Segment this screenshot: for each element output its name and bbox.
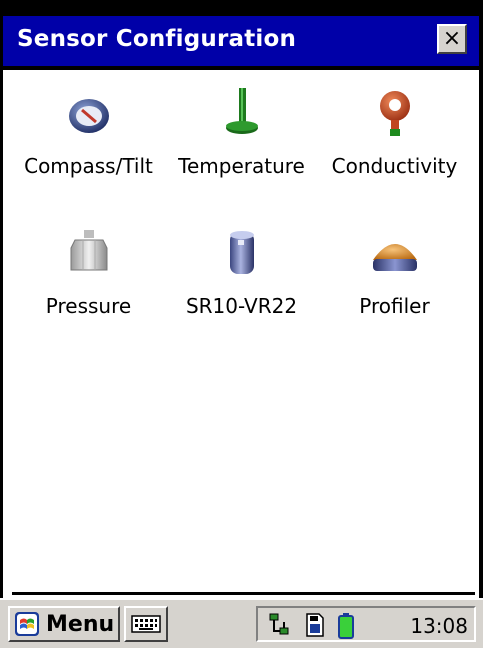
frame-right-edge (479, 0, 483, 646)
taskbar: Menu 13:08 (0, 598, 483, 648)
menu-label: Menu (46, 611, 115, 637)
sensor-pressure[interactable]: Pressure (12, 216, 165, 356)
sensor-conductivity[interactable]: Conductivity (318, 76, 471, 216)
sensor-grid: Compass/Tilt Temperature Conductivity Pr… (12, 70, 471, 592)
clock[interactable]: 13:08 (410, 614, 468, 638)
sensor-label: Conductivity (331, 154, 458, 178)
close-button[interactable]: × (437, 24, 467, 54)
keyboard-icon (131, 615, 161, 633)
windows-logo-icon (15, 612, 39, 636)
profiler-dome-icon (372, 244, 417, 271)
title-bar: Sensor Configuration × (3, 16, 479, 69)
sensor-compass-tilt[interactable]: Compass/Tilt (12, 76, 165, 216)
storage-card-icon[interactable] (304, 612, 326, 638)
network-connection-icon[interactable] (266, 612, 294, 638)
window-title: Sensor Configuration (17, 26, 297, 52)
frame-left-edge (0, 0, 3, 646)
sensor-label: Compass/Tilt (24, 154, 153, 178)
sensor-label: Pressure (45, 294, 132, 318)
input-panel-button[interactable] (124, 606, 168, 642)
pressure-sensor-icon (70, 230, 107, 271)
conductivity-sensor-icon (379, 91, 410, 136)
start-menu-button[interactable]: Menu (8, 606, 120, 642)
content-divider (12, 592, 475, 595)
sensor-label: SR10-VR22 (185, 294, 298, 318)
device-frame: Sensor Configuration × Compass/Tilt Temp… (0, 0, 483, 648)
sensor-label: Profiler (359, 294, 430, 318)
sensor-label: Temperature (178, 154, 305, 178)
compass-icon (68, 99, 109, 133)
temperature-probe-icon (225, 88, 258, 134)
battery-icon[interactable] (336, 612, 356, 640)
system-tray: 13:08 (256, 606, 476, 642)
sensor-temperature[interactable]: Temperature (165, 76, 318, 216)
sr10-vr22-cylinder-icon (229, 231, 254, 274)
sensor-sr10-vr22[interactable]: SR10-VR22 (165, 216, 318, 356)
sensor-profiler[interactable]: Profiler (318, 216, 471, 356)
close-icon: × (442, 26, 462, 51)
